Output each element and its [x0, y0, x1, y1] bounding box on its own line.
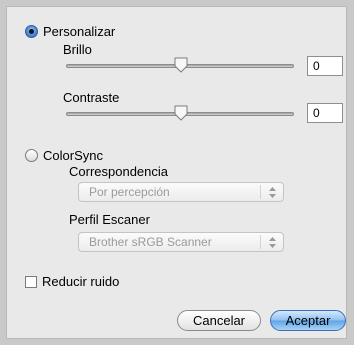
contraste-label: Contraste — [63, 90, 120, 105]
scanner-settings-panel — [6, 6, 347, 339]
brillo-slider-knob[interactable] — [174, 57, 188, 73]
colorsync-label: ColorSync — [43, 148, 103, 163]
brillo-value-field[interactable]: 0 — [307, 56, 343, 76]
cancel-button[interactable]: Cancelar — [177, 310, 261, 331]
accept-button[interactable]: Aceptar — [270, 310, 346, 331]
updown-arrows-icon — [261, 186, 283, 198]
brillo-label: Brillo — [63, 42, 92, 57]
updown-arrows-icon — [261, 236, 283, 248]
contraste-value-field[interactable]: 0 — [307, 103, 343, 123]
correspondencia-label: Correspondencia — [69, 164, 169, 179]
colorsync-option[interactable]: ColorSync — [25, 148, 103, 163]
perfil-escaner-popup[interactable]: Brother sRGB Scanner — [78, 232, 284, 252]
reducir-ruido-option[interactable]: Reducir ruido — [25, 274, 119, 289]
perfil-escaner-value: Brother sRGB Scanner — [89, 235, 212, 249]
correspondencia-value: Por percepción — [89, 185, 170, 199]
perfil-escaner-label: Perfil Escaner — [69, 212, 150, 227]
reducir-ruido-checkbox[interactable] — [25, 275, 37, 288]
colorsync-radio[interactable] — [25, 149, 38, 162]
reducir-ruido-label: Reducir ruido — [42, 274, 120, 289]
correspondencia-popup[interactable]: Por percepción — [78, 182, 284, 202]
contraste-slider-knob[interactable] — [174, 105, 188, 121]
personalizar-label: Personalizar — [43, 24, 116, 39]
personalizar-option[interactable]: Personalizar — [25, 24, 115, 39]
personalizar-radio[interactable] — [25, 25, 38, 38]
